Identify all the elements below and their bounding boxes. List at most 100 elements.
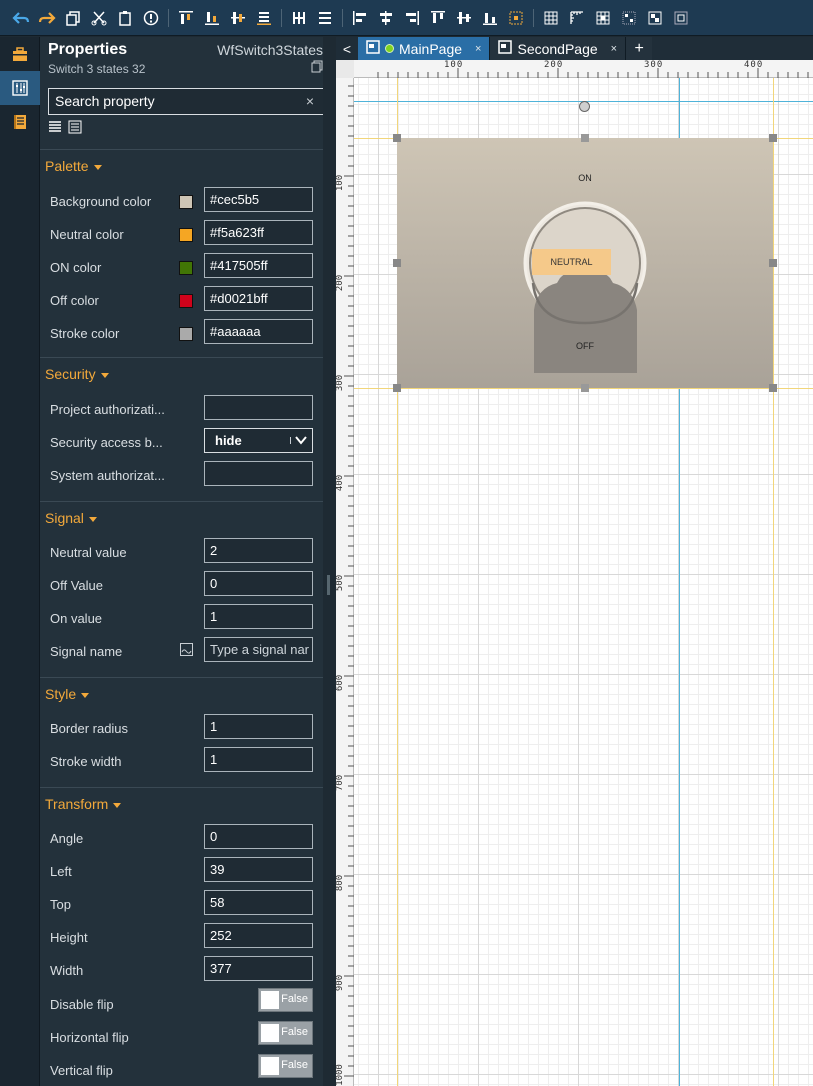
redo-icon[interactable]: [34, 5, 60, 31]
copy-icon[interactable]: [60, 5, 86, 31]
ungroup-icon[interactable]: [668, 5, 694, 31]
prop-project-authorization: Project authorizati...: [40, 395, 323, 428]
resize-handle[interactable]: [581, 134, 589, 142]
align-center-icon[interactable]: [373, 5, 399, 31]
angle-field[interactable]: 0: [204, 824, 313, 849]
info-icon[interactable]: [138, 5, 164, 31]
on-color-field[interactable]: #417505ff: [204, 253, 313, 278]
resize-handle[interactable]: [769, 134, 777, 142]
align-left-icon[interactable]: [347, 5, 373, 31]
disable-flip-toggle[interactable]: False: [258, 988, 313, 1012]
width-field[interactable]: 377: [204, 956, 313, 981]
stroke-width-field[interactable]: 1: [204, 747, 313, 772]
vertical-flip-toggle[interactable]: False: [258, 1054, 313, 1078]
distribute-h-icon[interactable]: [286, 5, 312, 31]
ruler-tick-label: 1000: [336, 1064, 345, 1086]
off-value-field[interactable]: 0: [204, 571, 313, 596]
rotate-handle[interactable]: [579, 101, 590, 112]
left-field[interactable]: 39: [204, 857, 313, 882]
resize-handle[interactable]: [393, 134, 401, 142]
paste-icon[interactable]: [112, 5, 138, 31]
color-swatch[interactable]: [179, 327, 193, 341]
neutral-value-field[interactable]: 2: [204, 538, 313, 563]
security-access-select[interactable]: hide: [204, 428, 313, 453]
switch-neutral-label: NEUTRAL: [532, 249, 611, 275]
design-canvas[interactable]: ON NEUTRAL OFF 100 200 300 400 100 200 3…: [336, 60, 813, 1086]
resize-handle[interactable]: [393, 384, 401, 392]
prop-label: Stroke color: [50, 326, 120, 341]
horizontal-flip-toggle[interactable]: False: [258, 1021, 313, 1045]
color-swatch[interactable]: [179, 228, 193, 242]
align-center-v-icon[interactable]: [451, 5, 477, 31]
tabs-scroll-left[interactable]: <: [336, 37, 358, 60]
off-color-field[interactable]: #d0021bff: [204, 286, 313, 311]
stroke-color-field[interactable]: #aaaaaa: [204, 319, 313, 344]
color-swatch[interactable]: [179, 294, 193, 308]
grid-dots-icon[interactable]: [616, 5, 642, 31]
prop-signal-name: Signal name Type a signal nar: [40, 637, 323, 670]
panel-splitter[interactable]: [323, 37, 336, 1086]
system-authorization-field[interactable]: [204, 461, 313, 486]
signal-picker-icon[interactable]: [180, 643, 193, 656]
search-placeholder: Search property: [55, 93, 155, 109]
copy-name-icon[interactable]: [311, 60, 323, 78]
switch-off-label: OFF: [576, 341, 594, 351]
close-tab-icon[interactable]: ×: [475, 43, 481, 55]
background-color-field[interactable]: #cec5b5: [204, 187, 313, 212]
add-page-button[interactable]: +: [626, 37, 653, 60]
align-right-icon[interactable]: [399, 5, 425, 31]
cut-icon[interactable]: [86, 5, 112, 31]
pages-icon[interactable]: [0, 105, 40, 139]
align-baseline-icon[interactable]: [251, 5, 277, 31]
section-signal-toggle[interactable]: Signal: [45, 510, 97, 526]
grid-icon[interactable]: [538, 5, 564, 31]
toolbox-icon[interactable]: [0, 37, 40, 71]
section-palette-toggle[interactable]: Palette: [45, 158, 102, 174]
search-property-input[interactable]: Search property ×: [48, 88, 325, 115]
splitter-grip[interactable]: [327, 575, 330, 595]
ruler-icon[interactable]: [564, 5, 590, 31]
section-security-toggle[interactable]: Security: [45, 366, 109, 382]
ruler-tick-label: 800: [336, 874, 346, 892]
tab-mainpage[interactable]: MainPage ×: [358, 37, 491, 60]
switch-3-states-widget[interactable]: ON NEUTRAL OFF: [397, 138, 773, 388]
close-tab-icon[interactable]: ×: [611, 43, 617, 55]
prop-width: Width 377: [40, 956, 323, 989]
properties-panel-icon[interactable]: [0, 71, 40, 105]
align-top-edge-icon[interactable]: [425, 5, 451, 31]
section-style-toggle[interactable]: Style: [45, 686, 90, 702]
modified-dot: [385, 44, 394, 53]
border-radius-field[interactable]: 1: [204, 714, 313, 739]
align-bottom-edge-icon[interactable]: [477, 5, 503, 31]
snap-icon[interactable]: [590, 5, 616, 31]
on-value-field[interactable]: 1: [204, 604, 313, 629]
list-view-icon[interactable]: [48, 120, 62, 139]
prop-stroke-width: Stroke width 1: [40, 747, 323, 780]
undo-icon[interactable]: [8, 5, 34, 31]
signal-name-input[interactable]: Type a signal nar: [204, 637, 313, 662]
resize-handle[interactable]: [393, 259, 401, 267]
prop-label: Disable flip: [50, 997, 114, 1012]
color-swatch[interactable]: [179, 195, 193, 209]
clear-search-icon[interactable]: ×: [306, 93, 314, 109]
height-field[interactable]: 252: [204, 923, 313, 948]
tab-label: MainPage: [399, 40, 463, 57]
neutral-color-field[interactable]: #f5a623ff: [204, 220, 313, 245]
align-bottom-icon[interactable]: [199, 5, 225, 31]
color-swatch[interactable]: [179, 261, 193, 275]
same-size-icon[interactable]: [503, 5, 529, 31]
tab-secondpage[interactable]: SecondPage ×: [490, 37, 627, 60]
ruler-tick-label: 300: [644, 60, 664, 70]
resize-handle[interactable]: [581, 384, 589, 392]
section-signal: Signal Neutral value 2 Off Value 0 On va…: [40, 501, 323, 677]
align-top-icon[interactable]: [173, 5, 199, 31]
section-transform-toggle[interactable]: Transform: [45, 796, 122, 812]
resize-handle[interactable]: [769, 259, 777, 267]
group-icon[interactable]: [642, 5, 668, 31]
top-field[interactable]: 58: [204, 890, 313, 915]
project-authorization-field[interactable]: [204, 395, 313, 420]
distribute-v-icon[interactable]: [312, 5, 338, 31]
align-middle-icon[interactable]: [225, 5, 251, 31]
resize-handle[interactable]: [769, 384, 777, 392]
categorized-view-icon[interactable]: [68, 120, 82, 139]
